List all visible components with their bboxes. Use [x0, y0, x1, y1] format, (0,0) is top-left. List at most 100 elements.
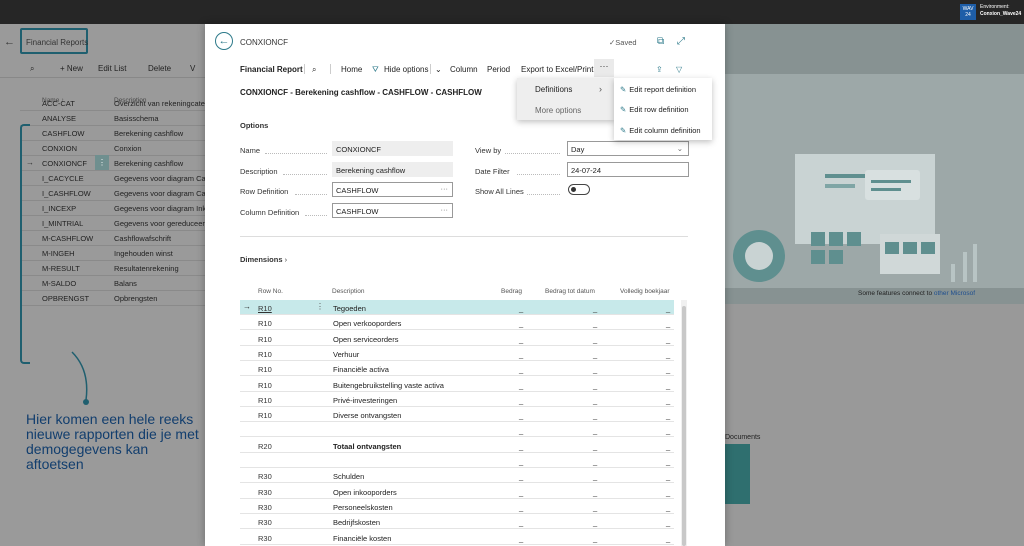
more-options-menu-item[interactable]: More options	[535, 106, 581, 115]
column-header-bedrag[interactable]: Bedrag	[501, 288, 522, 295]
list-item[interactable]: CASHFLOW Berekening cashflow	[20, 126, 205, 141]
volledig-boekjaar-value: _	[666, 441, 671, 451]
table-row[interactable]: R10 Verhuur _ _ _	[240, 346, 674, 361]
date-filter-input[interactable]: 24-07-24	[567, 162, 689, 177]
table-row[interactable]: R30 Schulden _ _ _	[240, 468, 674, 484]
row-actions-icon[interactable]: ⋮	[95, 155, 109, 170]
list-item[interactable]: I_CACYCLE Gegevens voor diagram Cash Cycl…	[20, 171, 205, 186]
back-arrow-icon[interactable]: ←	[215, 32, 233, 50]
list-item[interactable]: M-INGEH Ingehouden winst	[20, 246, 205, 261]
row-description: Open inkooporders	[333, 487, 397, 497]
list-item[interactable]: I_MINTRIAL Gegevens voor gereduceerde pro…	[20, 216, 205, 231]
volledig-boekjaar-value: _	[666, 487, 671, 497]
column-header-volledig-boekjaar[interactable]: Volledig boekjaar	[620, 288, 670, 295]
row-number: R10	[258, 319, 272, 329]
table-row[interactable]: _ _ _	[240, 453, 674, 468]
list-item[interactable]: → ⋮ CONXIONCF Berekening cashflow	[20, 155, 205, 171]
edit-report-definition-item[interactable]: ✎ Edit report definition	[620, 85, 696, 94]
table-row[interactable]: R10 Open verkooporders _ _ _	[240, 315, 674, 331]
row-definition-field[interactable]: CASHFLOW ···	[332, 182, 453, 197]
report-name: I_MINTRIAL	[42, 219, 84, 228]
edit-pencil-icon: ✎	[620, 85, 627, 94]
table-row[interactable]: R10 Open serviceorders _ _ _	[240, 331, 674, 346]
expand-icon[interactable]: ⤢	[677, 36, 685, 47]
row-description: Schulden	[333, 472, 365, 482]
bedrag-value: _	[519, 533, 524, 543]
table-row[interactable]: R10 Financiële activa _ _ _	[240, 361, 674, 377]
edit-column-definition-label: Edit column definition	[629, 126, 701, 135]
section-divider	[240, 236, 688, 237]
column-definition-field[interactable]: CASHFLOW ···	[332, 203, 453, 218]
features-note-link[interactable]: other Microsof	[934, 290, 975, 297]
filter-icon[interactable]: ▽	[676, 65, 682, 74]
documents-label: Documents	[725, 434, 761, 441]
open-new-window-icon[interactable]: ⧉	[657, 36, 664, 47]
table-row[interactable]: R10 Buitengebruikstelling vaste activa _ _ _	[240, 377, 674, 392]
table-row[interactable]: R10 Diverse ontvangsten _ _ _	[240, 407, 674, 423]
edit-list-button[interactable]: Edit List	[98, 64, 126, 73]
volledig-boekjaar-value: _	[666, 349, 671, 359]
show-all-lines-toggle[interactable]	[568, 184, 590, 195]
list-item[interactable]: ANALYSE Basisschema	[20, 111, 205, 126]
list-item[interactable]: M-SALDO Balans	[20, 276, 205, 291]
table-row[interactable]: R30 Personeelskosten _ _ _	[240, 499, 674, 514]
search-icon[interactable]: ⌕	[30, 64, 34, 74]
report-name: CONXION	[42, 144, 78, 153]
table-row[interactable]: R30 Bedrijfskosten _ _ _	[240, 514, 674, 530]
export-to-excel-print-button[interactable]: Export to Excel/Print	[521, 65, 593, 74]
edit-pencil-icon: ✎	[620, 126, 627, 135]
table-row[interactable]: R30 Financiële kosten _ _ _	[240, 530, 674, 545]
lookup-ellipsis-icon[interactable]: ···	[441, 205, 449, 214]
more-actions-button[interactable]: ···	[594, 59, 614, 77]
leader-dots	[295, 194, 327, 195]
row-actions-icon[interactable]: ⋮	[316, 302, 324, 311]
background-header: ← Financial Reports	[0, 24, 205, 60]
filter-off-icon[interactable]: ⛛	[372, 65, 379, 75]
bedrag-tot-datum-value: _	[593, 334, 598, 344]
row-number: R30	[258, 518, 272, 528]
list-item[interactable]: ACC-CAT Overzicht van rekeningcategorieën	[20, 96, 205, 111]
new-button[interactable]: + New	[60, 64, 83, 73]
row-number: R30	[258, 472, 272, 482]
column-header-row-no[interactable]: Row No.	[258, 288, 283, 295]
dimensions-header[interactable]: Dimensions ›	[240, 255, 287, 264]
list-item[interactable]: OPBRENGST Opbrengsten	[20, 291, 205, 306]
chevron-down-icon[interactable]: ⌄	[435, 65, 442, 74]
edit-column-definition-item[interactable]: ✎ Edit column definition	[620, 126, 701, 135]
column-header-bedrag-tot-datum[interactable]: Bedrag tot datum	[545, 288, 595, 295]
bedrag-value: _	[519, 518, 524, 528]
report-description: Opbrengsten	[114, 294, 158, 303]
illustration-graphic	[733, 154, 977, 282]
delete-button[interactable]: Delete	[148, 64, 171, 73]
definitions-menu-item[interactable]: Definitions	[535, 85, 572, 94]
hide-options-button[interactable]: Hide options	[384, 65, 428, 74]
list-item[interactable]: I_CASHFLOW Gegevens voor diagram Cashflow	[20, 186, 205, 201]
home-tab[interactable]: Home	[341, 65, 362, 74]
edit-row-definition-item[interactable]: ✎ Edit row definition	[620, 105, 689, 114]
grid-scrollbar-thumb[interactable]	[682, 306, 686, 546]
list-item[interactable]: I_INCEXP Gegevens voor diagram Inkomsten	[20, 201, 205, 216]
list-item[interactable]: M-CASHFLOW Cashflowafschrift	[20, 231, 205, 246]
share-icon[interactable]: ⇪	[656, 65, 663, 74]
financial-report-tab[interactable]: Financial Report	[240, 65, 303, 74]
list-item[interactable]: CONXION Conxion	[20, 141, 205, 156]
view-button[interactable]: V	[190, 64, 195, 73]
lookup-ellipsis-icon[interactable]: ···	[441, 184, 449, 193]
column-header-description[interactable]: Description	[332, 288, 365, 295]
report-description: Resultatenrekening	[114, 264, 179, 273]
row-number: R10	[258, 411, 272, 421]
table-row[interactable]: → ⋮ R10 Tegoeden _ _ _	[240, 300, 674, 315]
view-by-select[interactable]: Day ⌄	[567, 141, 689, 156]
table-row[interactable]: R10 Privé-investeringen _ _ _	[240, 392, 674, 407]
period-button[interactable]: Period	[487, 65, 510, 74]
list-item[interactable]: M-RESULT Resultatenrekening	[20, 261, 205, 276]
table-row[interactable]: R20 Totaal ontvangsten _ _ _	[240, 438, 674, 453]
welcome-illustration	[725, 74, 1024, 288]
column-button[interactable]: Column	[450, 65, 478, 74]
chevron-down-icon: ⌄	[676, 144, 683, 153]
bedrag-value: _	[519, 441, 524, 451]
back-arrow-icon[interactable]: ←	[4, 36, 15, 48]
table-row[interactable]: _ _ _	[240, 422, 674, 438]
search-icon[interactable]: ⌕	[312, 65, 316, 75]
table-row[interactable]: R30 Open inkooporders _ _ _	[240, 484, 674, 499]
